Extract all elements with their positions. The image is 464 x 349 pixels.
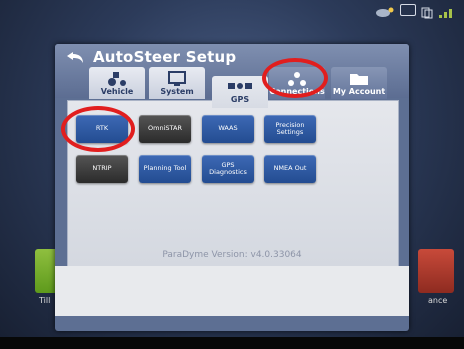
pages-icon (421, 4, 433, 19)
tab-label: Vehicle (100, 87, 134, 96)
button-label: NMEA Out (273, 164, 307, 173)
right-app-tile[interactable] (418, 249, 454, 293)
gps-settings-panel: RTK OmniSTAR WAAS Precision Settings NTR… (67, 100, 399, 268)
back-arrow-icon[interactable] (65, 50, 85, 64)
tab-connections[interactable]: Connections (269, 67, 325, 99)
left-app-label: Till (39, 296, 51, 305)
nmea-out-button[interactable]: NMEA Out (264, 155, 316, 183)
status-bar (375, 4, 456, 19)
satellite-status-icon (375, 4, 395, 17)
ntrip-button[interactable]: NTRIP (76, 155, 128, 183)
button-label: WAAS (218, 124, 238, 133)
button-label: RTK (95, 124, 109, 133)
waas-button[interactable]: WAAS (202, 115, 254, 143)
tab-my-account[interactable]: My Account (331, 67, 387, 99)
dialog-footer (55, 266, 409, 316)
signal-icon (438, 4, 456, 18)
gps-diagnostics-button[interactable]: GPS Diagnostics (202, 155, 254, 183)
button-label: GPS Diagnostics (209, 160, 247, 176)
screen-bezel (0, 337, 464, 349)
tab-system[interactable]: System (149, 67, 205, 99)
app-background: Till ance AutoSteer Setup Vehicle System (0, 0, 464, 349)
planning-tool-button[interactable]: Planning Tool (139, 155, 191, 183)
button-label: OmniSTAR (148, 124, 182, 133)
tab-gps[interactable]: GPS (212, 76, 268, 108)
tab-vehicle[interactable]: Vehicle (89, 67, 145, 99)
dialog-title: AutoSteer Setup (93, 48, 237, 66)
precision-settings-button[interactable]: Precision Settings (264, 115, 316, 143)
battery-icon (400, 4, 416, 16)
version-text: ParaDyme Version: v4.0.33064 (162, 250, 302, 260)
button-label: NTRIP (92, 164, 112, 173)
tab-label: GPS (230, 95, 250, 104)
satellite-icon (227, 80, 253, 94)
right-app-label: ance (428, 296, 448, 305)
tab-label: System (160, 87, 194, 96)
button-label: Planning Tool (143, 164, 187, 173)
tab-label: My Account (332, 87, 386, 96)
omnistar-button[interactable]: OmniSTAR (139, 115, 191, 143)
rtk-button[interactable]: RTK (76, 115, 128, 143)
tab-label: Connections (269, 87, 325, 96)
button-label: Precision Settings (275, 120, 305, 136)
